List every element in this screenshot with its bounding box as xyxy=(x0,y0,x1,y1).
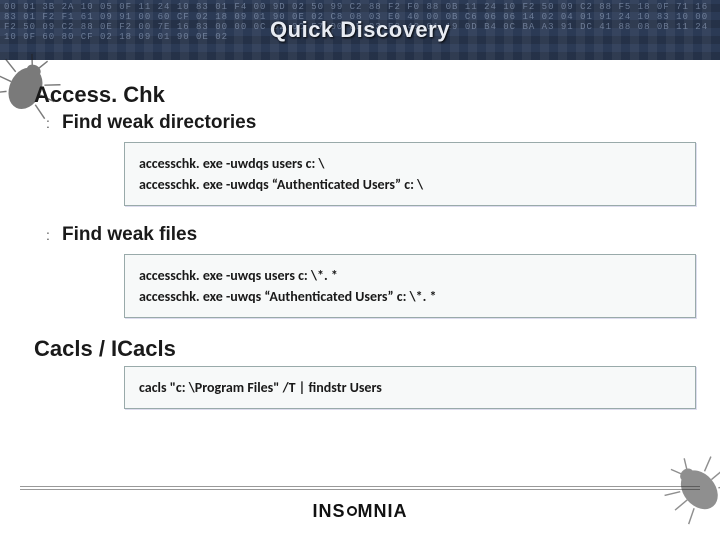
sub-heading-label: Find weak files xyxy=(62,224,197,246)
brand-left: INS xyxy=(312,501,345,521)
slide-title: Quick Discovery xyxy=(0,0,720,60)
bullet-dot: : xyxy=(46,227,54,243)
footer-divider xyxy=(20,486,700,490)
sub-heading-weak-dirs: : Find weak directories xyxy=(46,112,720,134)
bug-icon xyxy=(646,436,720,537)
tool-heading-cacls: Cacls / ICacls xyxy=(34,336,720,362)
tool-heading-accesschk: Access. Chk xyxy=(34,82,720,108)
footer-brand: INS MNIA xyxy=(0,501,720,522)
brand-o-icon xyxy=(347,506,357,516)
brand-right: MNIA xyxy=(358,501,408,521)
command-box-cacls: cacls "c: \Program Files" /T | findstr U… xyxy=(124,366,696,409)
command-box-weak-files: accesschk. exe -uwqs users c: \*. * acce… xyxy=(124,254,696,318)
slide-content: Access. Chk : Find weak directories acce… xyxy=(0,68,720,427)
sub-heading-weak-files: : Find weak files xyxy=(46,224,720,246)
sub-heading-label: Find weak directories xyxy=(62,112,256,134)
command-box-weak-dirs: accesschk. exe -uwdqs users c: \ accessc… xyxy=(124,142,696,206)
slide-header: 00 01 3B 2A 10 05 0F 11 24 10 83 01 F4 0… xyxy=(0,0,720,60)
bullet-dot: : xyxy=(46,115,54,131)
